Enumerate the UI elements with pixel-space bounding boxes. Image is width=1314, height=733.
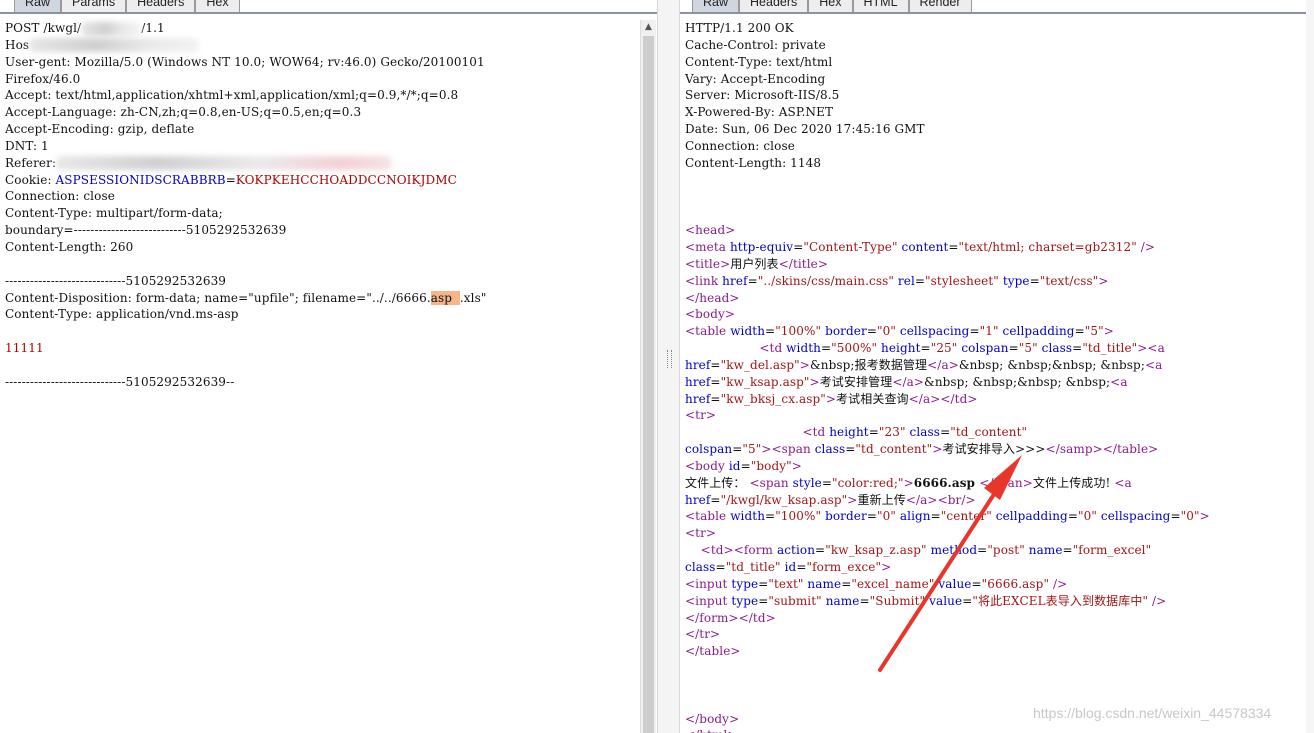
redacted-host — [29, 38, 200, 53]
tab-html[interactable]: HTML — [852, 0, 909, 12]
upload-success-text: 文件上传成功! — [1032, 475, 1111, 490]
host-line: Hos — [5, 38, 200, 53]
redacted-path — [81, 21, 142, 36]
content-disposition-line: Content-Disposition: form-data; name="up… — [5, 290, 487, 305]
scroll-thumb[interactable] — [643, 36, 654, 733]
tab-headers[interactable]: Headers — [126, 0, 196, 12]
accept-language-line: Accept-Language: zh-CN,zh;q=0.8,en-US;q=… — [5, 105, 362, 120]
cookie-line: Cookie: ASPSESSIONIDSCRABBRB=KOKPKEHCCHO… — [5, 172, 457, 187]
splitter-grip-icon[interactable] — [667, 350, 672, 368]
tab-raw[interactable]: Raw — [14, 0, 62, 12]
status-line: HTTP/1.1 200 OK — [685, 21, 794, 35]
response-editor[interactable]: HTTP/1.1 200 OK Cache-Control: private C… — [685, 20, 1296, 733]
content-length-line: Content-Length: 260 — [5, 239, 134, 254]
pane-splitter[interactable] — [657, 0, 680, 733]
page-title-text: 用户列表 — [730, 256, 779, 271]
referer-line: Referer: — [5, 156, 393, 171]
request-scrollbar[interactable]: ▲ — [640, 20, 656, 733]
request-line: POST /kwgl//1.1 — [5, 21, 165, 36]
submit-value-text: 将此EXCEL表导入到数据库中 — [977, 593, 1143, 608]
user-agent-line: User-gent: Mozilla/5.0 (Windows NT 10.0;… — [5, 54, 485, 69]
content-length-line: Content-Length: 1148 — [685, 155, 822, 170]
tab-hex[interactable]: Hex — [195, 0, 240, 12]
tab-params[interactable]: Params — [61, 0, 127, 12]
content-type-line: Content-Type: multipart/form-data; — [5, 206, 223, 221]
boundary-line: boundary=---------------------------5105… — [5, 223, 287, 238]
highlighted-extension: asp — [430, 290, 460, 305]
redacted-referer — [56, 156, 393, 171]
tab-raw[interactable]: Raw — [692, 0, 740, 12]
tab-hex[interactable]: Hex — [808, 0, 853, 12]
watermark-text: https://blog.csdn.net/weixin_44578334 — [1033, 705, 1272, 721]
request-editor[interactable]: POST /kwgl//1.1 Hos User-gent: Mozilla/5… — [5, 20, 639, 391]
date-line: Date: Sun, 06 Dec 2020 17:45:16 GMT — [685, 122, 925, 137]
connection-line: Connection: close — [5, 189, 115, 204]
scroll-up-icon[interactable]: ▲ — [641, 20, 656, 35]
request-pane: Raw Params Headers Hex POST /kwgl//1.1 H… — [0, 0, 657, 733]
response-pane: Raw Headers Hex HTML Render HTTP/1.1 200… — [680, 0, 1314, 733]
response-scrollbar[interactable] — [1306, 0, 1314, 733]
connection-line: Connection: close — [685, 138, 795, 153]
server-line: Server: Microsoft-IIS/8.5 — [685, 88, 840, 103]
upload-label: 文件上传： — [685, 475, 746, 490]
accept-line: Accept: text/html,application/xhtml+xml,… — [5, 88, 459, 103]
powered-by-line: X-Powered-By: ASP.NET — [685, 105, 834, 120]
boundary-end: -----------------------------51052925326… — [5, 374, 235, 389]
reupload-link-text: 重新上传 — [857, 492, 906, 507]
response-tabs: Raw Headers Hex HTML Render — [692, 0, 972, 14]
boundary-start: -----------------------------51052925326… — [5, 273, 227, 288]
tab-render[interactable]: Render — [908, 0, 972, 12]
accept-encoding-line: Accept-Encoding: gzip, deflate — [5, 122, 195, 137]
part-body: 11111 — [5, 341, 44, 356]
part-content-type-line: Content-Type: application/vnd.ms-asp — [5, 307, 239, 322]
tab-headers[interactable]: Headers — [739, 0, 809, 12]
uploaded-filename: 6666.asp — [913, 475, 980, 490]
content-type-line: Content-Type: text/html — [685, 54, 833, 69]
request-tabs: Raw Params Headers Hex — [14, 0, 240, 14]
user-agent-cont: Firefox/46.0 — [5, 71, 81, 86]
vary-line: Vary: Accept-Encoding — [685, 71, 826, 86]
cache-control-line: Cache-Control: private — [685, 37, 826, 52]
dnt-line: DNT: 1 — [5, 138, 49, 153]
